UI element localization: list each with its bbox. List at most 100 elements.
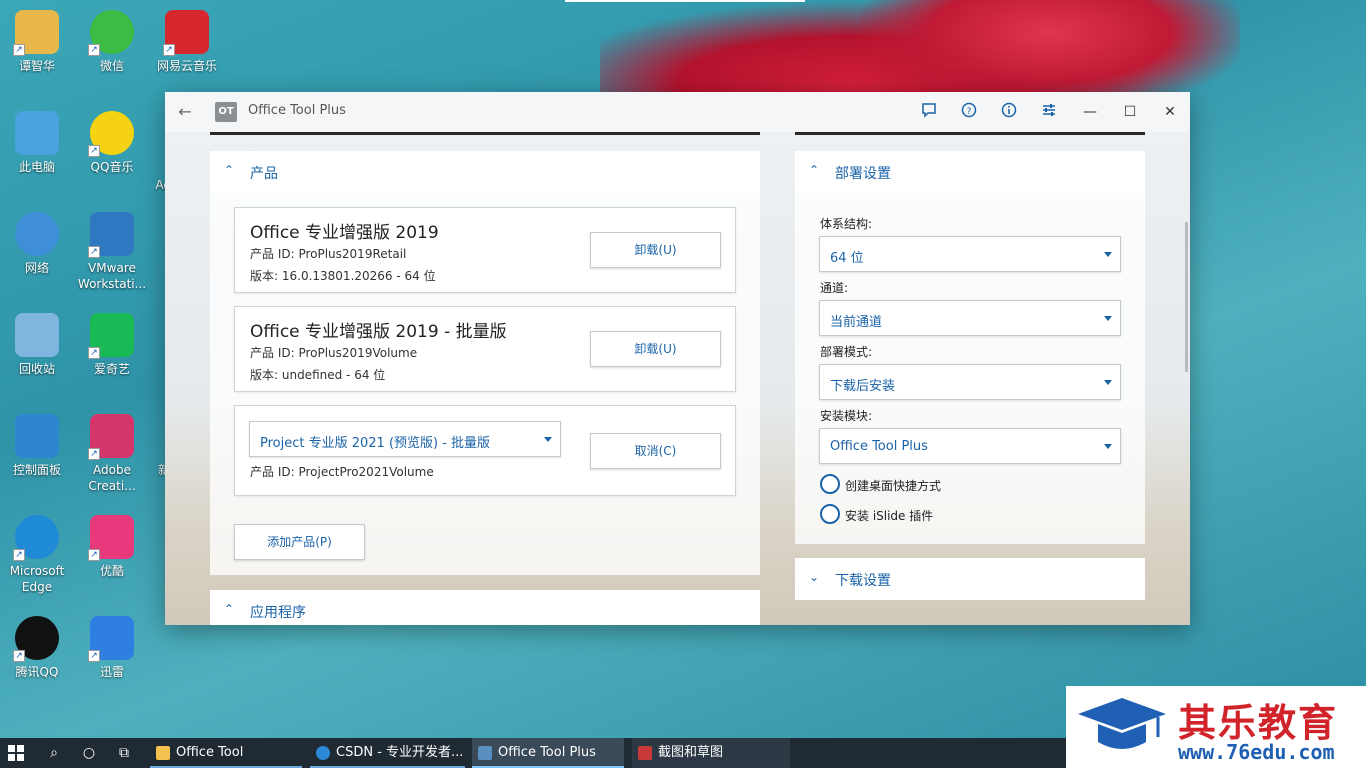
checkbox-label: 安装 iSlide 插件 — [845, 509, 934, 523]
desktop-icon-label: 回收站 — [18, 362, 55, 376]
desktop-icon-label: VMware Workstati... — [77, 261, 147, 291]
add-product-button[interactable]: 添加产品(P) — [234, 524, 365, 560]
desktop-icon-qq[interactable]: ↗ 腾讯QQ — [0, 616, 74, 680]
channel-label: 通道: — [820, 281, 849, 295]
install-module-label: 安装模块: — [820, 409, 873, 423]
desktop-icon-label: Microsoft Edge — [9, 564, 65, 594]
download-settings-header[interactable]: ⌄ 下载设置 — [795, 558, 1145, 600]
desktop-icon-label: 微信 — [99, 59, 124, 73]
desktop-icon-recycle-bin[interactable]: 回收站 — [0, 313, 74, 377]
desktop-icon-iqiyi[interactable]: ↗ 爱奇艺 — [75, 313, 149, 377]
product-version: 版本: undefined - 64 位 — [250, 368, 386, 382]
product-version: 版本: 16.0.13801.20266 - 64 位 — [250, 269, 436, 283]
uninstall-button[interactable]: 卸载(U) — [590, 232, 721, 268]
applications-panel-header[interactable]: ⌃ 应用程序 — [210, 590, 760, 625]
panel-title: 产品 — [250, 166, 278, 182]
chevron-up-icon: ⌃ — [809, 163, 820, 177]
maximize-button[interactable]: ☐ — [1120, 102, 1140, 122]
desktop-shortcut-checkbox[interactable]: 创建桌面快捷方式 — [820, 474, 1070, 496]
back-arrow-icon[interactable]: ← — [175, 102, 195, 122]
qq-music-icon: ↗ — [88, 111, 134, 157]
minimize-button[interactable]: — — [1080, 102, 1100, 122]
taskbar-item-label: Office Tool — [176, 745, 244, 760]
product-select-value: Project 专业版 2021 (预览版) - 批量版 — [260, 436, 491, 451]
product-card: Office 专业增强版 2019 产品 ID: ProPlus2019Reta… — [234, 207, 736, 293]
desktop-icon-label: 爱奇艺 — [93, 362, 130, 376]
dropdown-caret-icon — [1104, 252, 1112, 257]
desktop-icon-adobe-cc[interactable]: ↗ Adobe Creati... — [75, 414, 149, 494]
product-name: Office 专业增强版 2019 — [250, 223, 439, 243]
desktop-icon-edge[interactable]: ↗ Microsoft Edge — [0, 515, 74, 595]
xunlei-icon: ↗ — [88, 616, 134, 662]
scrollbar[interactable] — [1185, 222, 1188, 372]
desktop-icon-wechat[interactable]: ↗ 微信 — [75, 10, 149, 74]
svg-text:?: ? — [967, 107, 972, 117]
netease-music-icon: ↗ — [163, 10, 209, 56]
windows-start-icon[interactable] — [8, 745, 26, 761]
desktop-icon-netease-music[interactable]: ↗ 网易云音乐 — [150, 10, 224, 74]
desktop-icon-label: 迅雷 — [99, 665, 124, 679]
close-button[interactable]: ✕ — [1160, 102, 1180, 122]
office-tool-plus-icon — [478, 746, 492, 760]
product-select[interactable]: Project 专业版 2021 (预览版) - 批量版 — [249, 421, 561, 457]
info-icon[interactable] — [999, 102, 1019, 122]
help-icon[interactable]: ? — [959, 102, 979, 122]
desktop-icon-qq-music[interactable]: ↗ QQ音乐 — [75, 111, 149, 175]
architecture-select[interactable]: 64 位 — [819, 236, 1121, 272]
desktop-icon-this-pc[interactable]: 此电脑 — [0, 111, 74, 175]
desktop-icon-label: 网络 — [24, 261, 49, 275]
taskbar-item-label: Office Tool Plus — [498, 745, 596, 760]
iqiyi-icon: ↗ — [88, 313, 134, 359]
taskbar-item-label: 截图和草图 — [658, 745, 724, 760]
product-id: 产品 ID: ProPlus2019Retail — [250, 247, 407, 261]
checkbox-circle-icon — [820, 504, 840, 524]
watermark-title: 其乐教育 — [1178, 701, 1339, 745]
taskbar-item-office-tool-plus[interactable]: Office Tool Plus — [472, 738, 624, 768]
panel-title: 下载设置 — [835, 573, 891, 589]
edge-icon — [316, 746, 330, 760]
channel-select[interactable]: 当前通道 — [819, 300, 1121, 336]
desktop-icon-youku[interactable]: ↗ 优酷 — [75, 515, 149, 579]
taskbar-item-file-explorer[interactable]: Office Tool — [150, 738, 302, 768]
checkbox-circle-icon — [820, 474, 840, 494]
desktop-icon-label: 网易云音乐 — [156, 59, 217, 73]
dropdown-caret-icon — [544, 437, 552, 442]
dropdown-caret-icon — [1104, 444, 1112, 449]
taskbar-item-edge-csdn[interactable]: CSDN - 专业开发者... — [310, 738, 465, 768]
settings-sliders-icon[interactable] — [1039, 102, 1059, 122]
search-icon[interactable]: ⌕ — [44, 743, 64, 763]
desktop-icon-user-folder[interactable]: ↗ 谭智华 — [0, 10, 74, 74]
product-card: Office 专业增强版 2019 - 批量版 产品 ID: ProPlus20… — [234, 306, 736, 392]
islide-plugin-checkbox[interactable]: 安装 iSlide 插件 — [820, 504, 1070, 526]
products-panel: ⌃ 产品 Office 专业增强版 2019 产品 ID: ProPlus201… — [210, 151, 760, 575]
control-panel-icon — [15, 414, 59, 458]
deploy-mode-value: 下载后安装 — [830, 379, 896, 394]
recycle-bin-icon — [15, 313, 59, 357]
desktop-icon-label: 控制面板 — [12, 463, 61, 477]
panel-title: 应用程序 — [250, 605, 306, 621]
desktop-icon-label: Adobe Creati... — [88, 463, 136, 493]
taskbar-item-snip-sketch[interactable]: 截图和草图 — [632, 738, 790, 768]
desktop-icon-vmware[interactable]: ↗ VMware Workstati... — [75, 212, 149, 292]
products-panel-header[interactable]: ⌃ 产品 — [210, 151, 760, 193]
graduation-cap-icon — [1078, 698, 1166, 749]
cancel-button[interactable]: 取消(C) — [590, 433, 721, 469]
qq-penguin-icon: ↗ — [13, 616, 59, 662]
desktop-icon-label: 此电脑 — [18, 160, 55, 174]
office-tool-plus-window: ← OT Office Tool Plus ? — ☐ ✕ ⌃ 产品 Offic… — [165, 92, 1190, 625]
cortana-circle-icon[interactable]: ○ — [79, 743, 99, 763]
folder-user-icon: ↗ — [13, 10, 59, 56]
deploy-settings-header[interactable]: ⌃ 部署设置 — [795, 151, 1145, 193]
desktop-icon-network[interactable]: 网络 — [0, 212, 74, 276]
install-module-select[interactable]: Office Tool Plus — [819, 428, 1121, 464]
architecture-label: 体系结构: — [820, 217, 873, 231]
deploy-mode-select[interactable]: 下载后安装 — [819, 364, 1121, 400]
desktop-icon-control-panel[interactable]: 控制面板 — [0, 414, 74, 478]
feedback-icon[interactable] — [919, 102, 939, 122]
uninstall-button[interactable]: 卸载(U) — [590, 331, 721, 367]
desktop-icon-label: 优酷 — [99, 564, 124, 578]
desktop-icon-xunlei[interactable]: ↗ 迅雷 — [75, 616, 149, 680]
folder-icon — [156, 746, 170, 760]
window-title: Office Tool Plus — [248, 103, 346, 118]
task-view-icon[interactable]: ⧉ — [114, 743, 134, 763]
